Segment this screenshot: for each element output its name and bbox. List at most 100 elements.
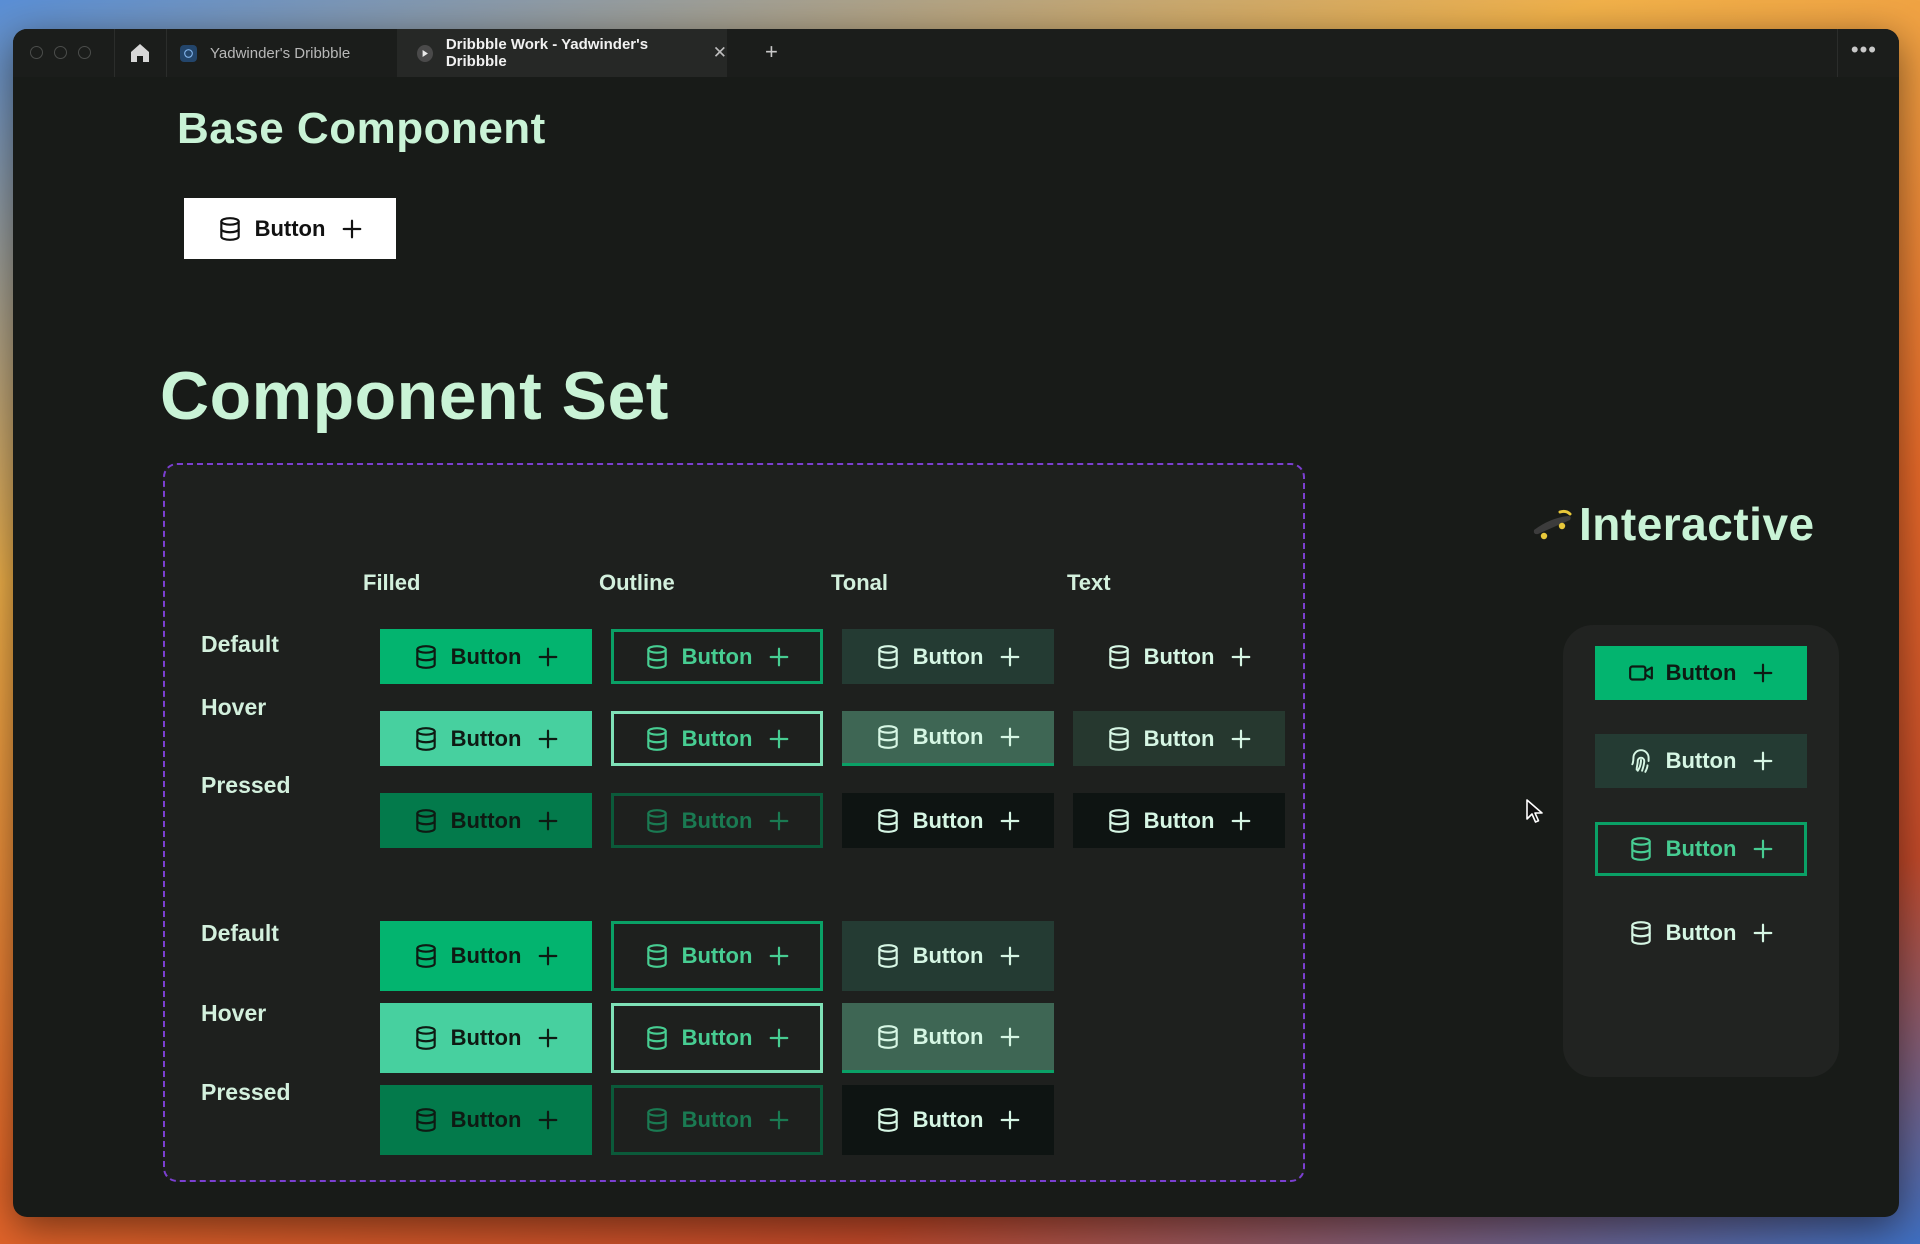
tonal-pressed-large-button[interactable]: Button	[842, 1085, 1054, 1155]
tab-label: Dribbble Work - Yadwinder's Dribbble	[445, 36, 649, 70]
row-label-default: Default	[201, 920, 279, 946]
outline-pressed-large-button[interactable]: Button	[611, 1085, 823, 1155]
plus-icon	[1001, 727, 1020, 747]
browser-window: Yadwinder's Dribbble Dribbble Work - Yad…	[13, 29, 1899, 1217]
tonal-default-button[interactable]: Button	[842, 629, 1054, 684]
outline-default-button[interactable]: Button	[611, 629, 823, 684]
database-icon	[877, 1024, 898, 1049]
tonal-default-large-button[interactable]: Button	[842, 921, 1054, 991]
close-window-button[interactable]	[30, 46, 43, 59]
skateboard-icon	[1533, 509, 1572, 540]
plus-icon	[1001, 1027, 1020, 1046]
filled-default-large-button[interactable]: Button	[380, 921, 592, 991]
button-label: Button	[1143, 643, 1215, 669]
button-label: Button	[912, 643, 984, 669]
database-icon	[1108, 644, 1129, 669]
column-header-outline: Outline	[599, 570, 675, 595]
button-label: Button	[681, 725, 753, 751]
tonal-pressed-button[interactable]: Button	[842, 793, 1054, 848]
button-label: Button	[450, 943, 522, 968]
button-label: Button	[450, 1107, 522, 1132]
outline-pressed-button[interactable]: Button	[611, 793, 823, 848]
filled-pressed-large-button[interactable]: Button	[380, 1085, 592, 1155]
interactive-filled-button[interactable]: Button	[1595, 646, 1807, 700]
button-label: Button	[1665, 836, 1737, 861]
outline-hover-large-button[interactable]: Button	[611, 1003, 823, 1073]
home-icon[interactable]	[129, 43, 151, 63]
plus-icon	[1754, 751, 1773, 771]
dribbble-favicon-icon	[180, 44, 197, 62]
plus-icon	[539, 811, 558, 830]
base-button-label: Button	[254, 215, 326, 241]
plus-icon	[770, 729, 789, 748]
database-icon	[646, 1108, 667, 1132]
database-icon	[415, 726, 436, 751]
filled-hover-button[interactable]: Button	[380, 711, 592, 766]
tonal-hover-large-button[interactable]: Button	[842, 1003, 1054, 1073]
outline-default-large-button[interactable]: Button	[611, 921, 823, 991]
filled-default-button[interactable]: Button	[380, 629, 592, 684]
database-icon	[415, 808, 436, 833]
design-canvas: Base Component Button Component Set Inte…	[13, 77, 1899, 1217]
button-label: Button	[912, 943, 984, 968]
database-icon	[646, 944, 667, 968]
button-label: Button	[912, 1107, 984, 1132]
outline-hover-button[interactable]: Button	[611, 711, 823, 766]
tab-dribbble-work[interactable]: Dribbble Work - Yadwinder's Dribbble ✕	[397, 29, 727, 77]
zoom-window-button[interactable]	[78, 46, 91, 59]
plus-icon	[770, 647, 789, 666]
plus-icon	[770, 946, 789, 966]
plus-icon	[1001, 647, 1020, 666]
new-tab-button[interactable]: +	[765, 39, 778, 65]
database-icon	[877, 1108, 898, 1132]
minimize-window-button[interactable]	[54, 46, 67, 59]
button-label: Button	[681, 643, 753, 669]
close-tab-icon[interactable]: ✕	[713, 43, 727, 63]
button-label: Button	[681, 1025, 753, 1050]
base-button[interactable]: Button	[184, 198, 396, 259]
database-icon	[646, 726, 667, 751]
database-icon	[877, 808, 898, 833]
plus-icon	[539, 946, 558, 966]
database-icon	[1630, 921, 1651, 945]
text-default-button[interactable]: Button	[1073, 629, 1285, 684]
plus-icon	[539, 729, 558, 748]
row-label-hover: Hover	[201, 1000, 267, 1026]
database-icon	[646, 808, 667, 833]
plus-icon	[1232, 647, 1251, 666]
tab-yadwinders-dribbble[interactable]: Yadwinder's Dribbble	[180, 29, 397, 77]
button-label: Button	[912, 1023, 984, 1049]
row-label-pressed: Pressed	[201, 1079, 291, 1105]
more-options-icon[interactable]: •••	[1851, 37, 1877, 63]
plus-icon	[1232, 811, 1251, 830]
database-icon	[877, 644, 898, 669]
column-header-text: Text	[1067, 570, 1111, 595]
interactive-tonal-button[interactable]: Button	[1595, 734, 1807, 788]
database-icon	[646, 644, 667, 669]
button-label: Button	[450, 643, 522, 669]
plus-icon	[1232, 729, 1251, 748]
interactive-outline-button[interactable]: Button	[1595, 822, 1807, 876]
filled-hover-large-button[interactable]: Button	[380, 1003, 592, 1073]
video-icon	[1628, 665, 1653, 681]
window-controls	[30, 46, 91, 59]
plus-icon	[1001, 1110, 1020, 1130]
text-hover-button[interactable]: Button	[1073, 711, 1285, 766]
plus-icon	[770, 811, 789, 830]
plus-icon	[1754, 663, 1773, 683]
plus-icon	[1001, 811, 1020, 830]
plus-icon	[1754, 839, 1773, 859]
fingerprint-icon	[1630, 749, 1650, 773]
plus-icon	[539, 1110, 558, 1130]
row-label-hover: Hover	[201, 694, 267, 720]
database-icon	[415, 1108, 436, 1132]
button-label: Button	[912, 807, 984, 833]
button-label: Button	[912, 724, 984, 749]
database-icon	[1630, 837, 1651, 861]
tonal-hover-button[interactable]: Button	[842, 711, 1054, 766]
filled-pressed-button[interactable]: Button	[380, 793, 592, 848]
column-header-filled: Filled	[363, 570, 421, 595]
plus-icon	[1754, 923, 1773, 943]
interactive-text-button[interactable]: Button	[1595, 906, 1807, 960]
text-pressed-button[interactable]: Button	[1073, 793, 1285, 848]
